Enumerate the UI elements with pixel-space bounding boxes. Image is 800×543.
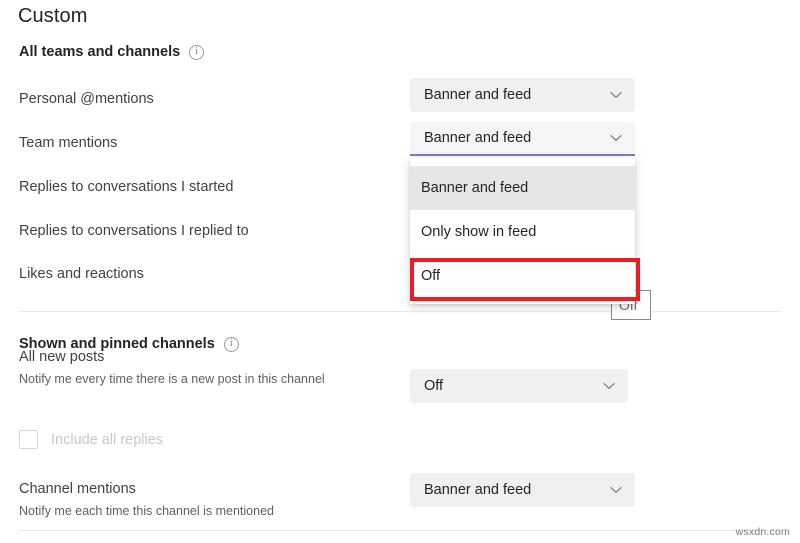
page-title: Custom <box>18 5 88 28</box>
combobox-value: Banner and feed <box>424 87 609 103</box>
dropdown-option-label: Banner and feed <box>421 180 528 196</box>
row-description-all-new-posts: Notify me every time there is a new post… <box>19 372 325 386</box>
combobox-value: Banner and feed <box>424 130 609 146</box>
combobox-personal-mentions[interactable]: Banner and feed <box>410 78 635 112</box>
dropdown-listbox-team-mentions[interactable]: Banner and feed Only show in feed Off <box>410 158 635 304</box>
combobox-value: Banner and feed <box>424 482 609 498</box>
row-label-replies-started: Replies to conversations I started <box>19 179 233 195</box>
combobox-team-mentions[interactable]: Banner and feed <box>410 122 635 156</box>
dropdown-option-only-show-in-feed[interactable]: Only show in feed <box>410 210 635 254</box>
row-label-likes-and-reactions: Likes and reactions <box>19 266 144 282</box>
dropdown-option-label: Off <box>421 268 440 284</box>
section-title-text: All teams and channels <box>19 44 180 60</box>
watermark: wsxdn.com <box>736 526 790 538</box>
checkbox-label: Include all replies <box>51 432 163 448</box>
row-label-channel-mentions: Channel mentions <box>19 481 136 497</box>
info-icon[interactable]: i <box>224 337 239 352</box>
dropdown-option-label: Only show in feed <box>421 224 536 240</box>
row-description-channel-mentions: Notify me each time this channel is ment… <box>19 504 274 518</box>
chevron-down-icon <box>609 483 623 497</box>
dropdown-option-banner-and-feed[interactable]: Banner and feed <box>410 166 635 210</box>
settings-page: Custom All teams and channels i Personal… <box>0 0 800 543</box>
chevron-down-icon <box>609 131 623 145</box>
chevron-down-icon <box>609 88 623 102</box>
info-icon[interactable]: i <box>189 45 204 60</box>
dropdown-option-off[interactable]: Off <box>410 254 635 298</box>
row-label-all-new-posts: All new posts <box>19 349 104 365</box>
checkbox-include-all-replies[interactable] <box>19 430 38 449</box>
chevron-down-icon <box>602 379 616 393</box>
combobox-channel-mentions[interactable]: Banner and feed <box>410 473 635 507</box>
row-label-replies-replied: Replies to conversations I replied to <box>19 223 249 239</box>
row-label-team-mentions: Team mentions <box>19 135 117 151</box>
combobox-value: Off <box>424 378 602 394</box>
bottom-divider <box>19 530 781 531</box>
section-divider <box>19 311 781 312</box>
combobox-all-new-posts[interactable]: Off <box>410 369 628 403</box>
checkbox-row-include-all-replies[interactable]: Include all replies <box>19 430 163 449</box>
section-heading-all-teams-and-channels: All teams and channels i <box>19 44 204 60</box>
row-label-personal-mentions: Personal @mentions <box>19 91 154 107</box>
